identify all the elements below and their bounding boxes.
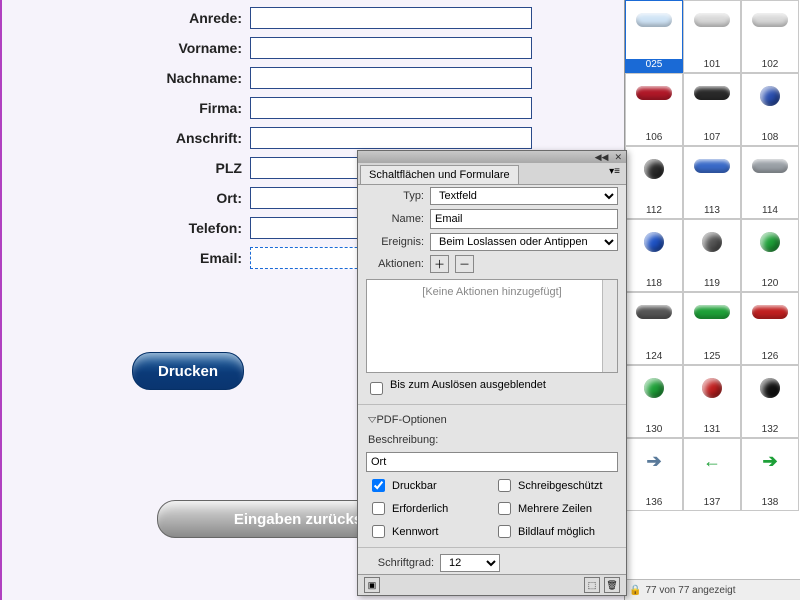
- field-label: Vorname:: [2, 40, 250, 56]
- buttons-forms-panel[interactable]: ◀◀ ✕ Schaltflächen und Formulare ▾≡ Typ:…: [357, 150, 627, 596]
- form-row: Anrede:: [2, 7, 532, 29]
- panel-tab[interactable]: Schaltflächen und Formulare: [360, 165, 519, 184]
- library-item[interactable]: 132: [741, 365, 799, 438]
- description-label: Beschreibung:: [358, 430, 626, 450]
- collapse-icon[interactable]: ◀◀: [595, 152, 609, 163]
- library-count: 77 von 77 angezeigt: [645, 585, 735, 596]
- fontsize-label: Schriftgrad:: [366, 557, 434, 569]
- field-label: Ort:: [2, 190, 250, 206]
- form-row: Firma:: [2, 97, 532, 119]
- actions-label: Aktionen:: [366, 258, 424, 270]
- lock-icon: 🔒: [629, 585, 641, 596]
- panel-menu-icon[interactable]: ▾≡: [603, 163, 626, 184]
- required-checkbox[interactable]: Erforderlich: [368, 499, 478, 518]
- field-label: Nachname:: [2, 70, 250, 86]
- button-library-panel: 0251011021061071081121131141181191201241…: [624, 0, 800, 600]
- text-field[interactable]: [250, 127, 532, 149]
- library-item[interactable]: 126: [741, 292, 799, 365]
- library-item[interactable]: 119: [683, 219, 741, 292]
- fontsize-select[interactable]: 12: [440, 554, 500, 572]
- printable-checkbox[interactable]: Druckbar: [368, 476, 478, 495]
- library-item[interactable]: 102: [741, 0, 799, 73]
- field-label: Email:: [2, 250, 250, 266]
- library-item[interactable]: ➔136: [625, 438, 683, 511]
- field-label: Telefon:: [2, 220, 250, 236]
- remove-action-icon[interactable]: －: [455, 255, 474, 273]
- text-field[interactable]: [250, 7, 532, 29]
- password-checkbox[interactable]: Kennwort: [368, 522, 478, 541]
- library-item[interactable]: 107: [683, 73, 741, 146]
- text-field[interactable]: [250, 67, 532, 89]
- event-label: Ereignis:: [366, 236, 424, 248]
- form-row: Vorname:: [2, 37, 532, 59]
- library-item[interactable]: ←137: [683, 438, 741, 511]
- library-item[interactable]: 131: [683, 365, 741, 438]
- text-field[interactable]: [250, 97, 532, 119]
- library-item[interactable]: 101: [683, 0, 741, 73]
- scrollbar[interactable]: [602, 280, 617, 372]
- library-item[interactable]: 118: [625, 219, 683, 292]
- library-item[interactable]: 130: [625, 365, 683, 438]
- field-label: Firma:: [2, 100, 250, 116]
- library-item[interactable]: 114: [741, 146, 799, 219]
- actions-list[interactable]: [Keine Aktionen hinzugefügt]: [366, 279, 618, 373]
- readonly-checkbox[interactable]: Schreibgeschützt: [494, 476, 604, 495]
- event-select[interactable]: Beim Loslassen oder Antippen: [430, 233, 618, 251]
- field-label: Anschrift:: [2, 130, 250, 146]
- hidden-until-checkbox[interactable]: Bis zum Auslösen ausgeblendet: [366, 379, 546, 398]
- field-label: Anrede:: [2, 10, 250, 26]
- name-label: Name:: [366, 213, 424, 225]
- trash-icon[interactable]: 🗑: [604, 577, 620, 593]
- library-item[interactable]: 113: [683, 146, 741, 219]
- library-item[interactable]: 125: [683, 292, 741, 365]
- name-input[interactable]: [430, 209, 618, 229]
- close-icon[interactable]: ✕: [614, 152, 622, 163]
- library-item[interactable]: 112: [625, 146, 683, 219]
- library-item[interactable]: 106: [625, 73, 683, 146]
- type-label: Typ:: [366, 190, 424, 202]
- form-row: Nachname:: [2, 67, 532, 89]
- add-action-icon[interactable]: ＋: [430, 255, 449, 273]
- library-item[interactable]: 108: [741, 73, 799, 146]
- library-item[interactable]: 025: [625, 0, 683, 73]
- convert-icon[interactable]: ⬚: [584, 577, 600, 593]
- library-item[interactable]: ➔138: [741, 438, 799, 511]
- field-label: PLZ: [2, 160, 250, 176]
- pdf-options-section[interactable]: ▽PDF-Optionen: [358, 409, 626, 430]
- form-row: Anschrift:: [2, 127, 532, 149]
- type-select[interactable]: Textfeld: [430, 187, 618, 205]
- text-field[interactable]: [250, 37, 532, 59]
- preview-icon[interactable]: ▣: [364, 577, 380, 593]
- library-item[interactable]: 120: [741, 219, 799, 292]
- library-item[interactable]: 124: [625, 292, 683, 365]
- scroll-checkbox[interactable]: Bildlauf möglich: [494, 522, 604, 541]
- print-button[interactable]: Drucken: [132, 352, 244, 390]
- description-input[interactable]: [366, 452, 618, 472]
- panel-titlebar[interactable]: ◀◀ ✕: [358, 151, 626, 163]
- library-footer: 🔒 77 von 77 angezeigt: [625, 579, 800, 600]
- multiline-checkbox[interactable]: Mehrere Zeilen: [494, 499, 604, 518]
